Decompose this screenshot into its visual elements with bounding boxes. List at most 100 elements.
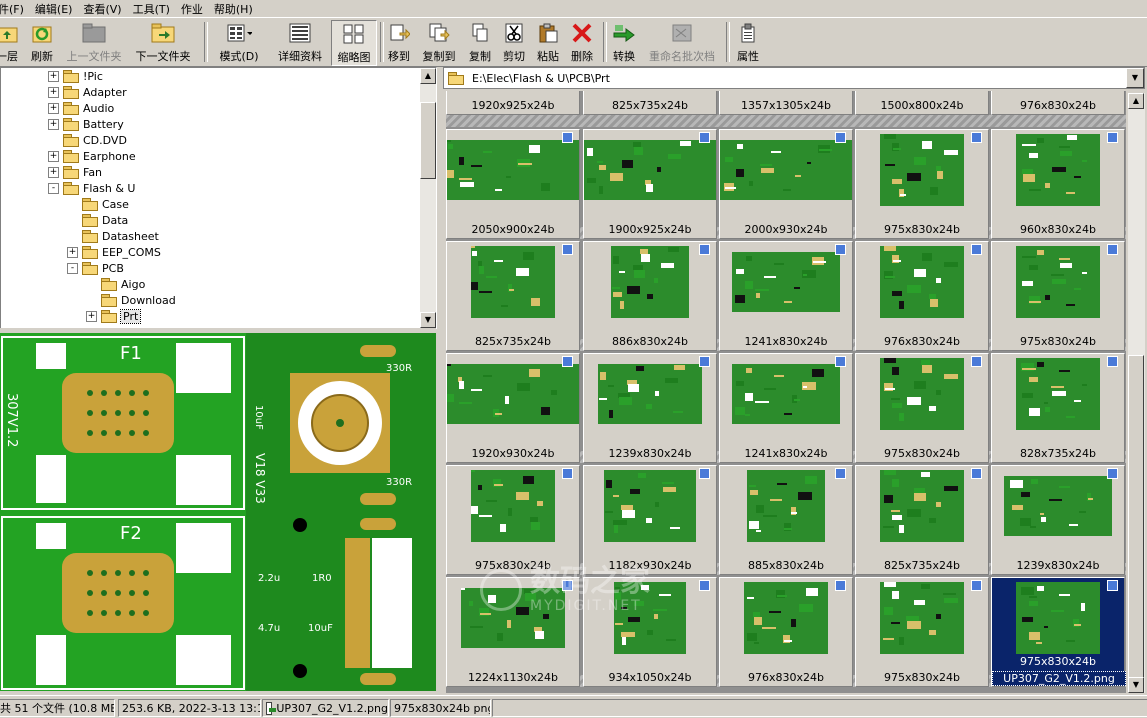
thumbnail-cell[interactable]: 1241x830x24b <box>719 353 853 463</box>
thumbnail-cell[interactable]: 975x830x24b <box>991 241 1125 351</box>
refresh-button[interactable]: 刷新 <box>27 20 57 64</box>
tree-node[interactable]: Case <box>67 196 129 212</box>
thumbnail-cell[interactable]: 828x735x24b <box>991 353 1125 463</box>
thumbnail-cell[interactable]: 886x830x24b <box>583 241 717 351</box>
thumbnail-cell[interactable]: 975x830x24b <box>446 465 580 575</box>
mode-button[interactable]: 模式(D) <box>216 20 262 64</box>
tree-node[interactable]: + Adapter <box>48 84 127 100</box>
thumbnail-cell[interactable]: 825x735x24b <box>446 241 580 351</box>
horizontal-splitter[interactable] <box>0 328 436 332</box>
properties-button[interactable]: 属性 <box>733 20 763 64</box>
expand-icon[interactable]: + <box>48 166 59 178</box>
thumbnail-cell[interactable]: 976x830x24b <box>719 577 853 687</box>
thumbnail-cell[interactable]: 1500x800x24b <box>855 91 989 115</box>
thumbnail-cell[interactable]: 975x830x24b <box>855 129 989 239</box>
delete-button[interactable]: 删除 <box>567 20 597 64</box>
thumbnail-cell[interactable]: 1920x925x24b <box>446 91 580 115</box>
details-button[interactable]: 详细资料 <box>274 20 326 64</box>
paste-button[interactable]: 粘贴 <box>533 20 563 64</box>
tree-node[interactable]: + Earphone <box>48 148 136 164</box>
scroll-up-arrow-icon[interactable]: ▲ <box>1128 93 1144 109</box>
expand-icon[interactable]: + <box>86 310 97 322</box>
folder-prev-icon <box>81 22 107 43</box>
cut-button[interactable]: 剪切 <box>500 20 528 64</box>
tree-node[interactable]: + Battery <box>48 116 124 132</box>
thumbnail-cell[interactable]: 1241x830x24b <box>719 241 853 351</box>
expand-icon[interactable]: + <box>48 150 59 162</box>
scroll-up-arrow-icon[interactable]: ▲ <box>420 68 436 84</box>
tree-node[interactable]: + Audio <box>48 100 114 116</box>
thumbnail-cell[interactable]: 976x830x24b <box>991 91 1125 115</box>
tree-node[interactable]: CD.DVD <box>48 132 127 148</box>
expand-icon[interactable]: + <box>48 70 59 82</box>
folder-icon <box>101 294 117 307</box>
thumbnail-cell-selected[interactable]: 975x830x24b UP307_G2_V1.2.png <box>991 577 1126 687</box>
collapse-icon[interactable]: - <box>48 182 59 194</box>
tree-node[interactable]: Data <box>67 212 128 228</box>
expand-icon[interactable]: + <box>48 86 59 98</box>
menu-item-3[interactable]: 工具(T) <box>127 1 175 17</box>
thumbnail-scroll-thumb[interactable] <box>1128 355 1144 689</box>
next-folder-button[interactable]: 下一文件夹 <box>132 20 194 64</box>
thumbnail-cell[interactable]: 975x830x24b <box>855 353 989 463</box>
batch-rename-button[interactable]: 重命名批次档 <box>643 20 721 64</box>
convert-button[interactable]: 转换 <box>609 20 639 64</box>
thumbnail-cell[interactable]: 1900x925x24b <box>583 129 717 239</box>
tree-node[interactable]: Download <box>86 292 176 308</box>
tree-node[interactable]: + EEP_COMS <box>67 244 161 260</box>
menu-item-2[interactable]: 查看(V) <box>77 1 126 17</box>
thumbnail-cell[interactable]: 1239x830x24b <box>991 465 1125 575</box>
pcb-detail <box>1044 294 1050 300</box>
thumbnail-cell[interactable]: 2050x900x24b <box>446 129 580 239</box>
up-button[interactable]: 一层 <box>0 20 22 64</box>
thumbnail-cell[interactable]: 885x830x24b <box>719 465 853 575</box>
expand-icon[interactable]: + <box>67 246 78 258</box>
thumbnail-cell[interactable]: 825x735x24b <box>855 465 989 575</box>
pcb-detail <box>906 284 921 293</box>
move-to-button[interactable]: 移到 <box>385 20 413 64</box>
thumbnail-cell[interactable]: 960x830x24b <box>991 129 1125 239</box>
folder-icon <box>101 310 117 323</box>
folder-up-icon <box>0 22 20 43</box>
path-bar[interactable]: E:\Elec\Flash & U\PCB\Prt ▼ <box>443 67 1145 89</box>
pcb-detail <box>471 246 475 248</box>
pcb-detail <box>1073 623 1081 626</box>
tree-node[interactable]: - Flash & U <box>48 180 135 196</box>
thumbnails-button[interactable]: 缩略图 <box>331 20 377 66</box>
collapse-icon[interactable]: - <box>67 262 78 274</box>
menu-item-5[interactable]: 帮助(H) <box>208 1 258 17</box>
pcb-detail <box>1011 505 1023 511</box>
thumbnail-cell[interactable]: 976x830x24b <box>855 241 989 351</box>
tree-node[interactable]: + !Pic <box>48 68 103 84</box>
scroll-down-arrow-icon[interactable]: ▼ <box>420 312 436 328</box>
expand-icon[interactable]: + <box>48 102 59 114</box>
tree-node[interactable]: - PCB <box>67 260 124 276</box>
menu-item-0[interactable]: 件(F) <box>0 1 29 17</box>
folder-tree[interactable]: ▲ ▼ + !Pic + Adapter + Audio + Battery CD.DVD + Ea… <box>0 67 437 329</box>
thumbnail-cell[interactable]: 1239x830x24b <box>583 353 717 463</box>
thumbnail-cell[interactable]: 1357x1305x24b <box>719 91 853 115</box>
expand-icon[interactable]: + <box>48 118 59 130</box>
scroll-down-arrow-icon[interactable]: ▼ <box>1128 677 1144 693</box>
copy-button[interactable]: 复制 <box>465 20 495 64</box>
prev-folder-button[interactable]: 上一文件夹 <box>63 20 125 64</box>
thumbnail-cell[interactable]: 1920x930x24b <box>446 353 580 463</box>
tree-node[interactable]: Datasheet <box>67 228 159 244</box>
menu-item-4[interactable]: 作业 <box>175 1 208 17</box>
vertical-splitter[interactable] <box>437 67 442 693</box>
thumbnail-cell[interactable]: 2000x930x24b <box>719 129 853 239</box>
tree-node[interactable]: + Fan <box>48 164 102 180</box>
copy-to-button[interactable]: 复制到 <box>419 20 459 64</box>
menu-item-1[interactable]: 编辑(E) <box>29 1 78 17</box>
thumbnail-cell[interactable]: 825x735x24b <box>583 91 717 115</box>
thumbnail-cell[interactable]: 975x830x24b <box>855 577 989 687</box>
pcb-detail <box>1052 391 1067 397</box>
thumbnail-grid[interactable]: 1920x925x24b 825x735x24b 1357x1305x24b 1500… <box>446 91 1126 693</box>
path-dropdown-arrow-icon[interactable]: ▼ <box>1126 68 1144 88</box>
tree-scroll-thumb[interactable] <box>420 102 436 179</box>
thumbnail-cell[interactable]: 1182x930x24b <box>583 465 717 575</box>
tree-scrollbar[interactable]: ▲ ▼ <box>420 68 436 328</box>
thumbnail-scrollbar[interactable]: ▲ ▼ <box>1128 93 1145 693</box>
tree-node[interactable]: Aigo <box>86 276 145 292</box>
tree-node[interactable]: + Prt <box>86 308 142 324</box>
